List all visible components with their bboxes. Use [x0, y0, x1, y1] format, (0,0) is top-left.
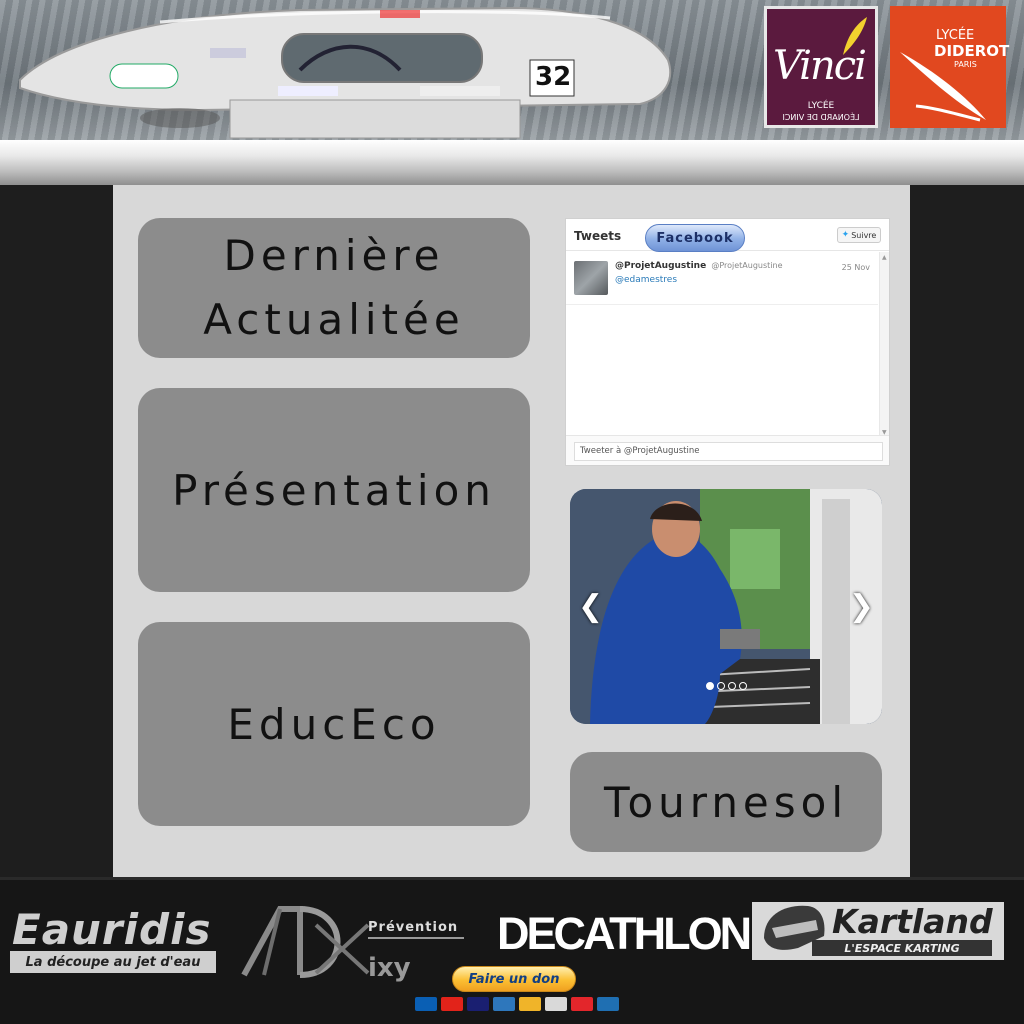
quill-icon [843, 17, 867, 55]
latest-news-line1: Dernière [223, 231, 445, 280]
vinci-line1: LYCÉE [807, 101, 835, 111]
diderot-line1: LYCÉE [936, 28, 975, 43]
4etoiles-card-icon [571, 997, 593, 1011]
amex-card-icon [493, 997, 515, 1011]
header-banner: 32 Vinci LYCÉE LÉONARD DE VINCI LYCÉE DI… [0, 0, 1024, 185]
adv-divider [368, 937, 464, 939]
maestro-card-icon [415, 997, 437, 1011]
decathlon-logo[interactable]: DECATHLON [497, 908, 752, 960]
visa-card-icon [467, 997, 489, 1011]
tournesol-tile[interactable]: Tournesol [570, 752, 882, 852]
adv-name: ixy [368, 953, 411, 983]
header-chrome-bar [0, 140, 1024, 185]
presentation-label: Présentation [172, 465, 496, 515]
page: 32 Vinci LYCÉE LÉONARD DE VINCI LYCÉE DI… [0, 0, 1024, 1024]
follow-button[interactable]: ✦ Suivre [837, 227, 881, 243]
twitter-widget: Tweets Facebook ✦ Suivre @ProjetAugustin… [565, 218, 890, 466]
cb-card-icon [597, 997, 619, 1011]
feather-icon [900, 52, 986, 122]
twitter-bird-icon: ✦ [841, 230, 850, 240]
kartland-tagline: L'ESPACE KARTING [812, 940, 992, 956]
tweet-handle: @ProjetAugustine [711, 261, 783, 270]
mastercard-card-icon [441, 997, 463, 1011]
scroll-up-icon[interactable]: ▲ [882, 254, 887, 261]
follow-label: Suivre [851, 230, 877, 240]
slider-dot[interactable] [739, 682, 747, 690]
lycee-vinci-logo[interactable]: Vinci LYCÉE LÉONARD DE VINCI [764, 6, 878, 128]
solar-car-image [19, 6, 672, 139]
eauridis-name: Eauridis [12, 905, 212, 954]
twitter-compose: Tweeter à @ProjetAugustine [566, 435, 889, 465]
tweet-body[interactable]: @edamestres [615, 275, 677, 285]
facebook-button[interactable]: Facebook [645, 224, 745, 252]
donate-button[interactable]: Faire un don [452, 966, 576, 992]
photo-slider: ❮ ❯ [570, 489, 882, 724]
lycee-diderot-logo[interactable]: LYCÉE DIDEROT PARIS [890, 6, 1009, 128]
tweet-date[interactable]: 25 Nov [842, 263, 870, 272]
cofinoga-card-icon [545, 997, 567, 1011]
latest-news-line2: Actualitée [203, 295, 465, 344]
slider-prev-icon[interactable]: ❮ [578, 589, 603, 624]
tweet-item[interactable]: @ProjetAugustine @ProjetAugustine 25 Nov… [566, 253, 878, 305]
kartland-name: Kartland [832, 902, 993, 941]
vinci-line2: LÉONARD DE VINCI [782, 113, 860, 122]
slider-dot[interactable] [717, 682, 725, 690]
sponsor-footer: Eauridis La découpe au jet d'eau Prévent… [0, 877, 1024, 1024]
adv-prevention-label: Prévention [368, 920, 459, 935]
slider-dots [706, 682, 747, 690]
twitter-scrollbar[interactable]: ▲ ▼ [879, 252, 889, 438]
tweet-compose-input[interactable]: Tweeter à @ProjetAugustine [574, 442, 883, 461]
car-number: 32 [535, 62, 572, 92]
slider-dot[interactable] [706, 682, 714, 690]
latest-news-tile[interactable]: Dernière Actualitée [138, 218, 530, 358]
main-panel: Dernière Actualitée Présentation EducEco… [113, 185, 910, 877]
tournesol-label: Tournesol [603, 777, 849, 827]
tweet-user[interactable]: @ProjetAugustine @ProjetAugustine [615, 261, 783, 271]
adv-mark-icon [241, 906, 370, 978]
slider-dot[interactable] [728, 682, 736, 690]
avatar[interactable] [574, 261, 608, 295]
presentation-tile[interactable]: Présentation [138, 388, 530, 592]
eauridis-tagline: La découpe au jet d'eau [10, 951, 216, 973]
aurore-card-icon [519, 997, 541, 1011]
adv-prevention-logo[interactable]: Prévention ixy [240, 905, 470, 983]
eauridis-logo[interactable]: Eauridis La découpe au jet d'eau [10, 905, 216, 975]
tweet-username[interactable]: @ProjetAugustine [615, 261, 706, 271]
twitter-title: Tweets [574, 229, 622, 243]
educeco-label: EducEco [227, 699, 441, 749]
payment-cards [415, 997, 619, 1011]
kartland-logo[interactable]: Kartland L'ESPACE KARTING [752, 902, 1004, 960]
latest-news-label: Dernière Actualitée [203, 224, 464, 352]
slider-next-icon[interactable]: ❯ [849, 589, 874, 624]
educeco-tile[interactable]: EducEco [138, 622, 530, 826]
twitter-header: Tweets Facebook ✦ Suivre [566, 219, 889, 252]
